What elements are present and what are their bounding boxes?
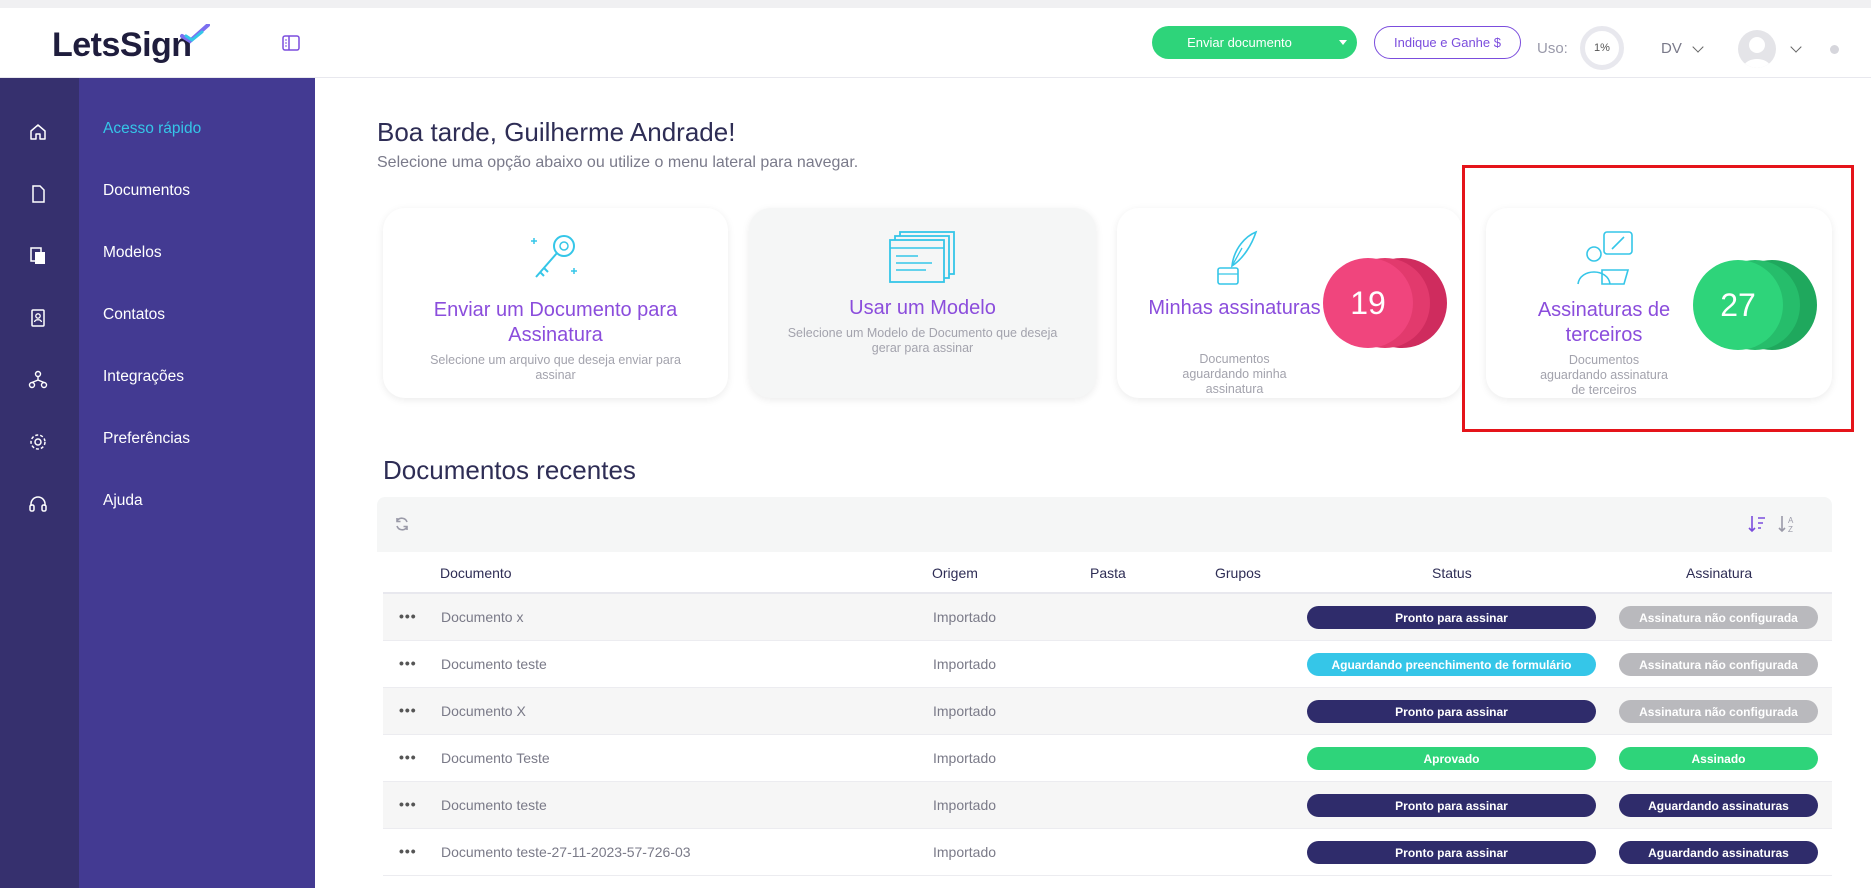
column-header-folder[interactable]: Pasta [1090, 565, 1126, 581]
key-icon [531, 235, 577, 278]
chevron-down-icon[interactable] [1692, 41, 1704, 53]
sidebar-toggle-icon[interactable] [282, 34, 300, 52]
pending-count-badge: 19 [1323, 258, 1447, 348]
card-subtitle: Documentos aguardando minha assinatura [1182, 352, 1287, 396]
sidebar-item-contatos[interactable]: Contatos [103, 306, 165, 324]
card-send-document[interactable]: Enviar um Documento para Assinatura Sele… [383, 208, 728, 398]
document-icon[interactable] [28, 184, 48, 204]
card-title: Enviar um Documento para Assinatura [433, 299, 678, 346]
document-name[interactable]: Documento teste-27-11-2023-57-726-03 [441, 844, 691, 860]
referral-button[interactable]: Indique e Ganhe $ [1374, 26, 1521, 59]
sort-descending-icon[interactable] [1748, 514, 1766, 534]
row-menu-icon[interactable]: ••• [399, 796, 417, 812]
document-name[interactable]: Documento teste [441, 797, 547, 813]
document-origin: Importado [933, 609, 997, 625]
card-title: Usar um Modelo [849, 297, 996, 319]
row-menu-icon[interactable]: ••• [399, 702, 417, 718]
table-row[interactable]: ••• Documento teste Importado Aguardando… [383, 641, 1832, 688]
document-origin: Importado [933, 750, 997, 766]
section-title: Documentos recentes [383, 455, 636, 485]
signature-badge: Assinatura não configurada [1619, 653, 1818, 676]
column-header-document[interactable]: Documento [440, 565, 512, 581]
gear-icon[interactable] [28, 432, 48, 452]
logo[interactable]: LetsSign [52, 24, 210, 65]
headset-icon[interactable] [28, 494, 48, 514]
status-badge: Aguardando preenchimento de formulário [1307, 653, 1596, 676]
table-row[interactable]: ••• Documento X Importado Pronto para as… [383, 688, 1832, 735]
row-menu-icon[interactable]: ••• [399, 749, 417, 765]
chevron-down-icon[interactable] [1339, 40, 1347, 45]
page-title: Boa tarde, Guilherme Andrade! [377, 117, 736, 147]
table-row[interactable]: ••• Documento x Importado Pronto para as… [383, 594, 1832, 641]
table-row[interactable]: ••• Documento teste Importado Pronto par… [383, 782, 1832, 829]
column-header-status[interactable]: Status [1432, 565, 1472, 581]
column-header-groups[interactable]: Grupos [1215, 565, 1261, 581]
integrations-icon[interactable] [28, 370, 48, 390]
sidebar-item-acesso-rapido[interactable]: Acesso rápido [103, 120, 201, 138]
status-indicator [1830, 45, 1839, 54]
signature-badge: Assinado [1619, 747, 1818, 770]
signature-badge: Assinatura não configurada [1619, 700, 1818, 723]
signature-badge: Aguardando assinaturas [1619, 841, 1818, 864]
signature-badge: Aguardando assinaturas [1619, 794, 1818, 817]
document-origin: Importado [933, 656, 997, 672]
contacts-icon[interactable] [28, 308, 48, 328]
column-header-origin[interactable]: Origem [932, 565, 978, 581]
sidebar-item-documentos[interactable]: Documentos [103, 182, 190, 200]
sidebar-nav: Acesso rápido Documentos Modelos Contato… [79, 78, 315, 888]
send-document-label: Enviar documento [1187, 35, 1292, 50]
card-subtitle: Selecione um arquivo que deseja enviar p… [430, 353, 681, 382]
status-badge: Pronto para assinar [1307, 841, 1596, 864]
usage-gauge: 1% [1580, 26, 1624, 70]
document-name[interactable]: Documento teste [441, 656, 547, 672]
avatar[interactable] [1738, 30, 1776, 68]
home-icon[interactable] [28, 122, 48, 142]
signature-badge: Assinatura não configurada [1619, 606, 1818, 629]
status-badge: Pronto para assinar [1307, 794, 1596, 817]
template-stack-icon [889, 231, 955, 283]
refresh-icon[interactable] [394, 516, 410, 532]
table-toolbar: A Z [377, 497, 1832, 552]
document-origin: Importado [933, 797, 997, 813]
status-badge: Pronto para assinar [1307, 606, 1596, 629]
sidebar-item-preferencias[interactable]: Preferências [103, 430, 190, 448]
user-silhouette-icon [1743, 37, 1771, 68]
document-origin: Importado [933, 844, 997, 860]
table-header: Documento Origem Pasta Grupos Status Ass… [383, 554, 1832, 594]
sidebar-icon-rail [0, 78, 79, 888]
document-name[interactable]: Documento Teste [441, 750, 550, 766]
top-bar: LetsSign Enviar documento Indique e Ganh… [0, 0, 1871, 78]
svg-text:A: A [1788, 516, 1794, 525]
sidebar-item-modelos[interactable]: Modelos [103, 244, 162, 262]
card-title: Minhas assinaturas [1148, 297, 1321, 319]
usage-label: Uso: [1537, 40, 1568, 57]
table-row[interactable]: ••• Documento Teste Importado Aprovado A… [383, 735, 1832, 782]
row-menu-icon[interactable]: ••• [399, 655, 417, 671]
pending-count: 19 [1350, 284, 1386, 321]
row-menu-icon[interactable]: ••• [399, 608, 417, 624]
page-subtitle: Selecione uma opção abaixo ou utilize o … [377, 154, 859, 171]
document-origin: Importado [933, 703, 997, 719]
highlight-box [1462, 165, 1854, 432]
table-row[interactable]: ••• Documento teste-27-11-2023-57-726-03… [383, 829, 1832, 876]
send-document-button[interactable]: Enviar documento [1152, 26, 1357, 59]
document-name[interactable]: Documento x [441, 609, 523, 625]
chevron-down-icon[interactable] [1790, 41, 1802, 53]
card-my-signatures[interactable]: Minhas assinaturas Documentos aguardando… [1117, 208, 1462, 398]
sidebar-item-integracoes[interactable]: Integrações [103, 368, 184, 386]
quill-ink-icon [1217, 230, 1258, 285]
document-name[interactable]: Documento X [441, 703, 526, 719]
row-menu-icon[interactable]: ••• [399, 843, 417, 859]
svg-text:Z: Z [1788, 525, 1793, 534]
sort-alpha-icon[interactable]: A Z [1778, 514, 1796, 534]
user-initials[interactable]: DV [1661, 40, 1682, 57]
card-subtitle: Selecione um Modelo de Documento que des… [787, 326, 1058, 355]
logo-check-icon [179, 24, 210, 44]
sidebar-item-ajuda[interactable]: Ajuda [103, 492, 143, 510]
card-use-template[interactable]: Usar um Modelo Selecione um Modelo de Do… [749, 208, 1096, 398]
status-badge: Aprovado [1307, 747, 1596, 770]
status-badge: Pronto para assinar [1307, 700, 1596, 723]
column-header-signature[interactable]: Assinatura [1686, 565, 1752, 581]
templates-icon[interactable] [28, 246, 48, 266]
